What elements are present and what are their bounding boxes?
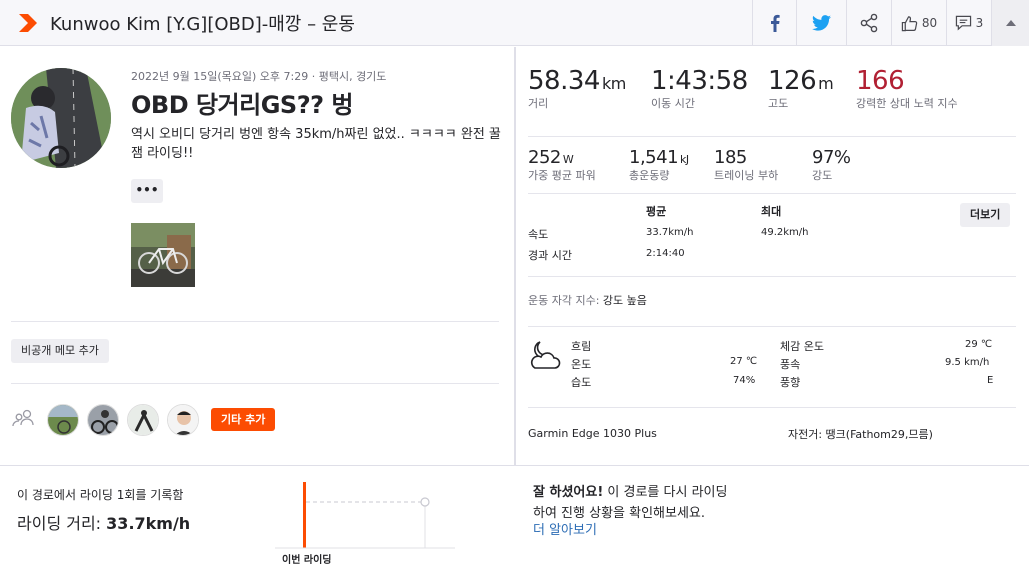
caret-up-icon	[1005, 20, 1016, 26]
comments-count: 3	[975, 16, 984, 30]
praise-text: 잘 하셨어요! 이 경로를 다시 라이딩	[533, 485, 728, 500]
page-title: Kunwoo Kim [Y.G][OBD]-매깡 – 운동	[50, 14, 355, 35]
row-label-speed: 속도	[528, 228, 549, 241]
cloudy-night-icon	[530, 341, 561, 369]
divider	[528, 407, 1016, 408]
add-others-button[interactable]: 기타 추가	[211, 408, 276, 431]
previous-ride-point	[420, 497, 430, 507]
avg-speed-value: 33.7km/h	[646, 227, 694, 238]
ride-count-text: 이 경로에서 라이딩 1회를 기록함	[17, 488, 184, 502]
facebook-share-button[interactable]	[752, 0, 796, 46]
row-label-elapsed: 경과 시간	[528, 249, 572, 262]
divider	[528, 276, 1016, 277]
device-name: Garmin Edge 1030 Plus	[528, 427, 657, 440]
segment-comparison: 이 경로에서 라이딩 1회를 기록함 라이딩 거리: 33.7km/h 이번 라…	[0, 465, 1029, 572]
divider	[11, 383, 499, 384]
column-divider	[515, 47, 516, 465]
group-member-avatar[interactable]	[167, 404, 199, 436]
stat-weighted-power: 252 W 가중 평균 파워	[528, 147, 596, 182]
column-header-max: 최대	[761, 205, 782, 218]
stat-training-load: 185 트레이닝 부하	[714, 147, 779, 182]
stat-distance: 58.34 km 거리	[528, 66, 626, 110]
divider	[528, 136, 1016, 137]
weather-condition: 흐림	[571, 340, 592, 353]
divider	[11, 321, 499, 322]
elapsed-time-value: 2:14:40	[646, 248, 685, 259]
private-note-button[interactable]: 비공개 메모 추가	[11, 339, 109, 363]
chevron-logo-icon	[19, 14, 37, 32]
humidity-value: 74%	[733, 375, 756, 386]
activity-summary: 2022년 9월 15일(목요일) 오후 7:29 · 평택시, 경기도 OBD…	[0, 47, 515, 465]
comments-button[interactable]: 3	[946, 0, 991, 46]
wind-direction-label: 풍향	[780, 376, 801, 389]
stat-elevation: 126 m 고도	[768, 66, 834, 110]
thumbs-up-icon	[901, 15, 918, 31]
temp-label: 온도	[571, 358, 592, 371]
activity-description: 역시 오비디 당거리 벙엔 항속 35km/h짜린 없었.. ㅋㅋㅋㅋ 완전 꿀…	[131, 127, 501, 161]
wind-speed-label: 풍속	[780, 358, 801, 371]
group-member-avatar[interactable]	[87, 404, 119, 436]
stat-intensity: 97% 강도	[812, 147, 851, 182]
group-member-avatar[interactable]	[127, 404, 159, 436]
this-ride-label: 이번 라이딩	[282, 555, 332, 566]
feels-like-label: 체감 온도	[780, 340, 824, 353]
humidity-label: 습도	[571, 376, 592, 389]
share-button[interactable]	[846, 0, 891, 46]
top-bar: Kunwoo Kim [Y.G][OBD]-매깡 – 운동 80 3	[0, 0, 1029, 46]
group-member-avatar[interactable]	[47, 404, 79, 436]
collapse-button[interactable]	[991, 0, 1029, 46]
share-icon	[860, 13, 878, 33]
feels-like-value: 29 ℃	[965, 339, 993, 350]
stat-moving-time: 1:43:58 이동 시간	[651, 66, 748, 110]
perceived-exertion: 운동 자각 지수: 강도 높음	[528, 294, 647, 307]
stat-relative-effort[interactable]: 166 강력한 상대 노력 지수	[856, 66, 966, 111]
athlete-avatar[interactable]	[11, 68, 111, 168]
activity-name[interactable]: OBD 당거리GS?? 벙	[131, 85, 353, 120]
bike-name: 자전거: 땡크(Fathom29,므름)	[788, 428, 933, 441]
twitter-share-button[interactable]	[796, 0, 846, 46]
wind-speed-value: 9.5 km/h	[945, 357, 990, 368]
divider	[528, 193, 1016, 194]
comment-icon	[955, 15, 971, 31]
more-options-button[interactable]: •••	[131, 179, 163, 203]
temp-value: 27 ℃	[730, 356, 758, 367]
more-stats-button[interactable]: 더보기	[960, 203, 1011, 227]
activity-photo[interactable]	[131, 223, 195, 287]
max-speed-value: 49.2km/h	[761, 227, 809, 238]
divider	[528, 326, 1016, 327]
kudos-button[interactable]: 80	[891, 0, 946, 46]
twitter-icon	[812, 15, 831, 31]
ride-comparison-chart	[275, 482, 455, 549]
stat-total-work: 1,541 kJ 총운동량	[629, 147, 689, 182]
kudos-count: 80	[921, 16, 938, 30]
facebook-icon	[770, 14, 780, 32]
ride-distance: 라이딩 거리: 33.7km/h	[17, 514, 191, 533]
column-header-avg: 평균	[646, 205, 667, 218]
this-ride-bar	[303, 482, 306, 548]
activity-date-location: 2022년 9월 15일(목요일) 오후 7:29 · 평택시, 경기도	[131, 70, 387, 83]
learn-more-link[interactable]: 더 알아보기	[533, 519, 597, 538]
group-riders-icon	[12, 409, 34, 427]
share-actions: 80 3	[752, 0, 1029, 46]
wind-direction-value: E	[987, 375, 994, 386]
